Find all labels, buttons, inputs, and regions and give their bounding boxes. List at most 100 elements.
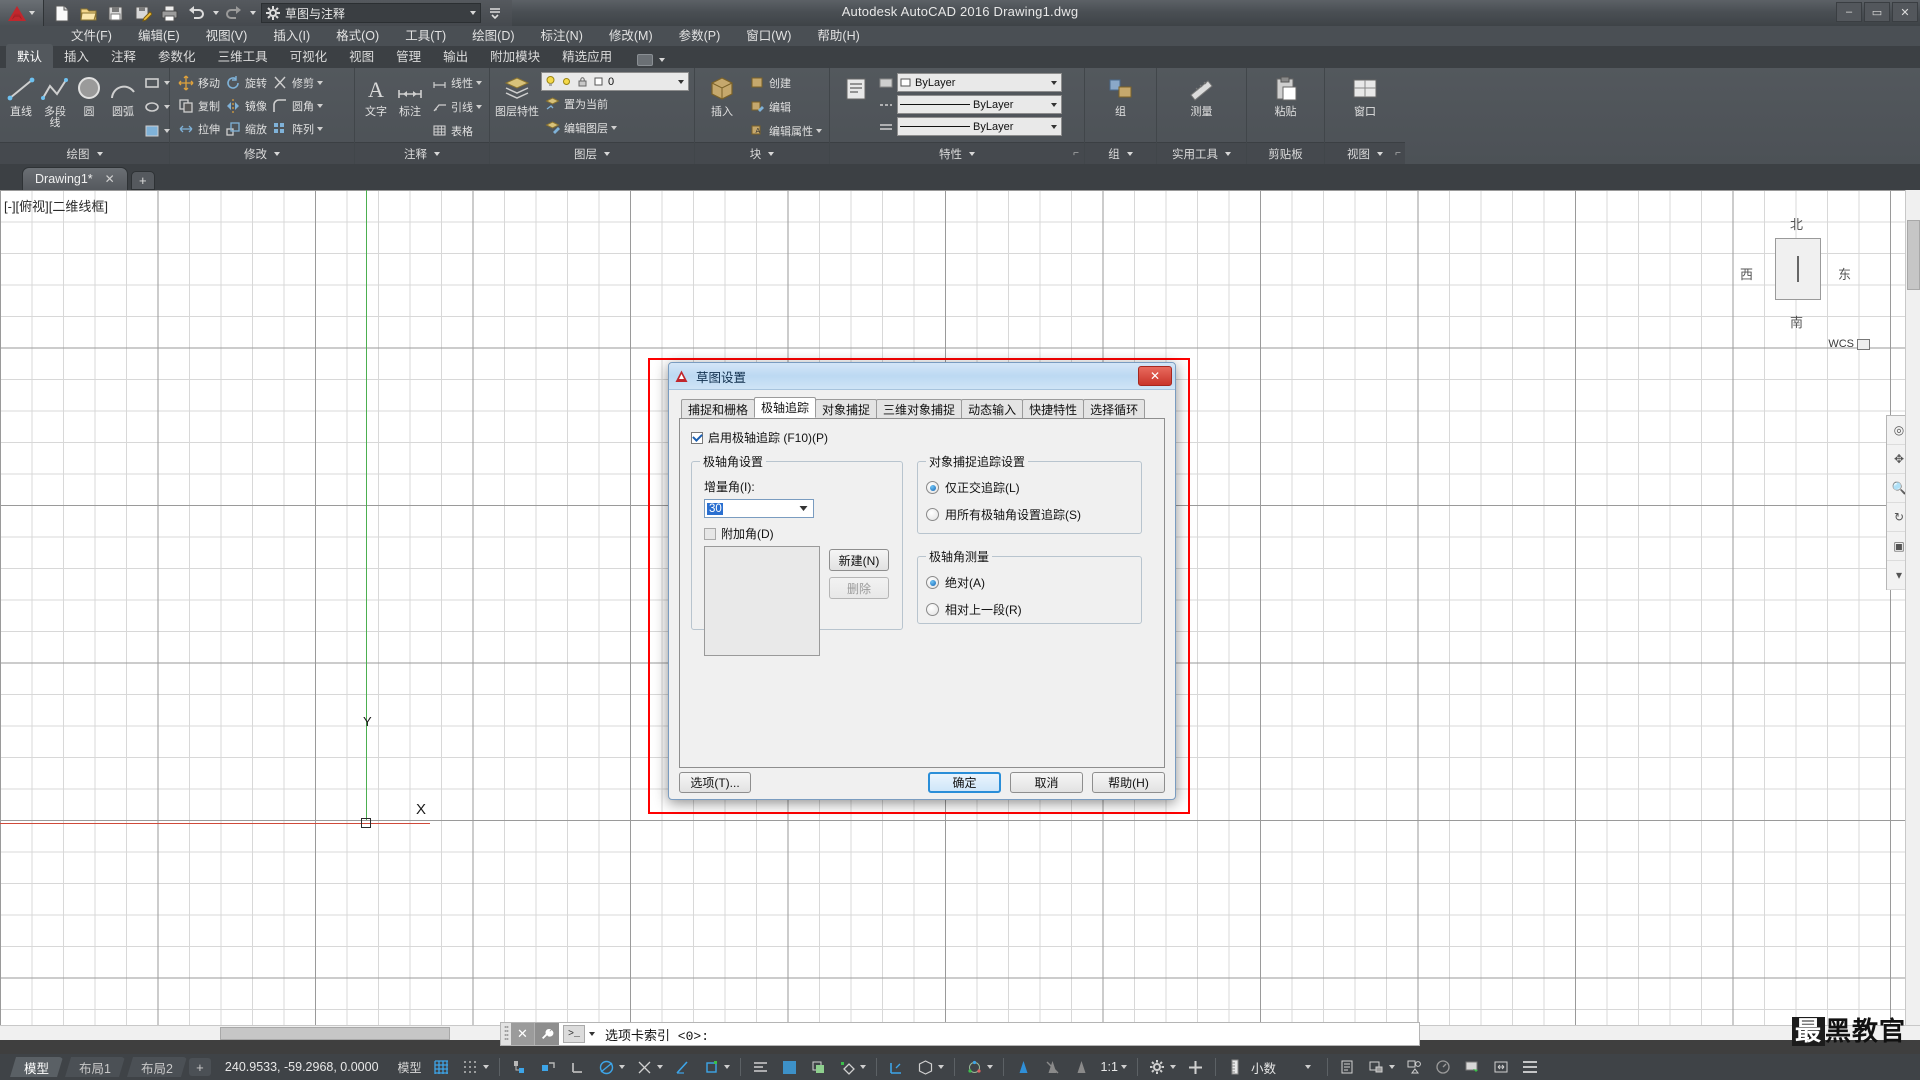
cancel-button[interactable]: 取消 — [1010, 771, 1083, 793]
menu-item-5[interactable]: 工具(T) — [392, 26, 459, 46]
grid-display-toggle[interactable] — [427, 1054, 456, 1080]
units-selector[interactable]: 小数 — [1221, 1054, 1322, 1080]
panel-title-view[interactable]: 视图 ⌐ — [1325, 142, 1405, 164]
close-icon[interactable]: ✕ — [105, 172, 115, 186]
chevron-down-icon[interactable] — [1120, 1065, 1127, 1069]
fillet-tool[interactable]: 圆角 — [269, 94, 325, 117]
linear-dim-tool[interactable]: 线性 — [428, 71, 484, 94]
chevron-down-icon[interactable] — [1169, 1065, 1176, 1069]
file-tab-drawing1[interactable]: Drawing1* ✕ — [22, 167, 128, 190]
isolate-objects-button[interactable] — [1400, 1054, 1429, 1080]
linetype-combo[interactable]: ByLayer — [897, 95, 1062, 114]
object-snap-tracking-toggle[interactable] — [668, 1054, 697, 1080]
ribbon-tab-0[interactable]: 默认 — [6, 44, 54, 68]
layout-tab-2[interactable]: 布局2 — [127, 1057, 187, 1077]
plot-printer-button[interactable] — [156, 1, 182, 25]
chevron-down-icon[interactable] — [1388, 1065, 1395, 1069]
wcs-indicator[interactable]: WCS — [1828, 338, 1870, 350]
open-folder-button[interactable] — [75, 1, 101, 25]
annotation-scale-icon-button[interactable] — [1067, 1054, 1096, 1080]
scale-tool[interactable]: 缩放 — [222, 117, 269, 140]
ribbon-tab-3[interactable]: 参数化 — [147, 44, 207, 68]
selection-cycling-toggle[interactable] — [833, 1054, 871, 1080]
undo-button[interactable] — [183, 1, 209, 25]
panel-dialog-launcher-icon[interactable]: ⌐ — [1395, 148, 1401, 159]
snap-mode-toggle[interactable] — [456, 1054, 494, 1080]
dialog-tab-6[interactable]: 选择循环 — [1083, 399, 1146, 418]
menu-item-9[interactable]: 参数(P) — [666, 26, 734, 46]
panel-title-properties[interactable]: 特性 ⌐ — [830, 142, 1084, 164]
draw-tool-3[interactable] — [141, 119, 172, 142]
absolute-radio-row[interactable]: 绝对(A) — [926, 574, 1133, 591]
viewcube-face[interactable] — [1775, 238, 1821, 300]
radio-icon[interactable] — [926, 603, 939, 616]
coordinates-display[interactable]: 240.9533, -59.2968, 0.0000 — [211, 1060, 393, 1074]
ribbon-tab-8[interactable]: 输出 — [432, 44, 479, 68]
measure-tool[interactable]: 测量 — [1176, 71, 1228, 118]
additional-angles-checkbox[interactable]: 附加角(D) — [704, 525, 894, 542]
dialog-title-bar[interactable]: 草图设置 ✕ — [669, 363, 1175, 390]
draw-tool-1[interactable] — [141, 71, 172, 94]
draw-tool-2[interactable] — [141, 95, 172, 118]
add-status-item-button[interactable] — [1181, 1054, 1210, 1080]
menu-item-4[interactable]: 格式(O) — [323, 26, 392, 46]
dimension-tool[interactable]: 标注 — [394, 71, 426, 118]
panel-title-clipboard[interactable]: 剪贴板 — [1247, 142, 1324, 164]
group-tool[interactable]: 组 — [1095, 71, 1147, 118]
chevron-down-icon[interactable] — [656, 1065, 663, 1069]
dialog-tab-4[interactable]: 动态输入 — [961, 399, 1024, 418]
panel-title-modify[interactable]: 修改 — [170, 142, 354, 164]
trim-tool[interactable]: 修剪 — [269, 71, 325, 94]
ribbon-tab-9[interactable]: 附加模块 — [479, 44, 551, 68]
annotation-visibility-toggle[interactable] — [1009, 1054, 1038, 1080]
dialog-close-button[interactable]: ✕ — [1138, 366, 1172, 386]
layer-properties-tool[interactable]: 图层特性 — [495, 71, 539, 118]
ok-button[interactable]: 确定 — [928, 771, 1001, 793]
annotation-scale-selector[interactable]: 1:1 — [1096, 1054, 1132, 1080]
increment-angle-value[interactable]: 30 — [707, 502, 723, 515]
lineweight-combo[interactable]: ByLayer — [897, 117, 1062, 136]
ribbon-tab-2[interactable]: 注释 — [100, 44, 147, 68]
transparency-toggle[interactable] — [804, 1054, 833, 1080]
viewcube-north-label[interactable]: 北 — [1790, 214, 1803, 233]
chevron-down-icon[interactable] — [482, 1065, 489, 1069]
object-color-combo[interactable]: ByLayer — [897, 73, 1062, 92]
new-file-button[interactable] — [48, 1, 74, 25]
chevron-down-icon[interactable] — [859, 1065, 866, 1069]
ucs-axes-icon-button[interactable] — [960, 1054, 998, 1080]
minimize-button[interactable]: – — [1836, 2, 1862, 22]
ribbon-tab-10[interactable]: 精选应用 — [551, 44, 623, 68]
object-snap-toggle[interactable] — [630, 1054, 668, 1080]
viewcube-east-label[interactable]: 东 — [1838, 264, 1851, 283]
polyline-tool[interactable]: 多段线 — [39, 71, 71, 129]
layer-current-combo[interactable]: 0 — [541, 72, 689, 91]
radio-icon[interactable] — [926, 576, 939, 589]
ortho-mode-toggle[interactable] — [563, 1054, 592, 1080]
chevron-down-icon[interactable] — [1051, 124, 1057, 129]
leader-tool[interactable]: 引线 — [428, 95, 484, 118]
chevron-down-icon[interactable] — [937, 1065, 944, 1069]
chevron-down-icon[interactable] — [659, 58, 666, 62]
quick-properties-button[interactable] — [1333, 1054, 1362, 1080]
vertical-scroll-thumb[interactable] — [1907, 220, 1920, 290]
qat-overflow-button[interactable] — [482, 1, 508, 25]
insert-block-tool[interactable]: 插入 — [700, 71, 744, 118]
autocad-app-menu-button[interactable] — [0, 0, 44, 26]
layout-tab-1[interactable]: 布局1 — [65, 1057, 125, 1077]
move-tool[interactable]: 移动 — [175, 71, 222, 94]
new-file-tab-button[interactable]: + — [130, 171, 155, 190]
increment-angle-combo[interactable]: 30 — [704, 499, 814, 518]
arc-tool[interactable]: 圆弧 — [107, 71, 139, 118]
all-polar-angles-radio-row[interactable]: 用所有极轴角设置追踪(S) — [926, 506, 1133, 523]
dialog-tab-1[interactable]: 极轴追踪 — [754, 397, 817, 418]
ribbon-tab-5[interactable]: 可视化 — [279, 44, 339, 68]
chevron-down-icon[interactable] — [986, 1065, 993, 1069]
menu-item-1[interactable]: 编辑(E) — [125, 26, 193, 46]
properties-tool[interactable] — [835, 71, 877, 105]
help-button[interactable]: 帮助(H) — [1092, 771, 1165, 793]
polar-tracking-toggle[interactable] — [592, 1054, 630, 1080]
radio-icon[interactable] — [926, 481, 939, 494]
maximize-button[interactable]: ▭ — [1864, 2, 1890, 22]
graphics-performance-button[interactable] — [1429, 1054, 1458, 1080]
new-angle-button[interactable]: 新建(N) — [829, 549, 889, 571]
